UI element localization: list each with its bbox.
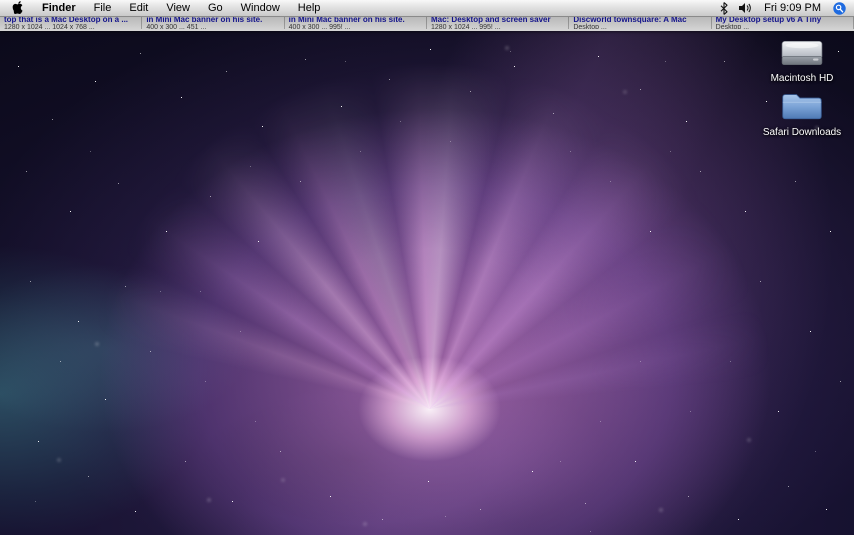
menu-bar-status: Fri 9:09 PM: [720, 0, 854, 16]
window-fragment-meta: 400 x 300 ... 451 ...: [146, 24, 207, 29]
menu-item-go[interactable]: Go: [199, 0, 232, 16]
bluetooth-icon[interactable]: [720, 0, 728, 16]
window-fragment-meta: 1280 x 1024 ... 1024 x 768 ...: [4, 24, 95, 29]
background-window[interactable]: top that is a Mac Desktop on a ... 1280 …: [0, 17, 143, 29]
menu-item-help[interactable]: Help: [289, 0, 330, 16]
desktop-icon-macintosh-hd[interactable]: Macintosh HD: [760, 35, 844, 84]
desktop-icon-label: Macintosh HD: [770, 73, 834, 84]
background-window[interactable]: Mac: Desktop and screen saver 1280 x 102…: [427, 17, 570, 29]
window-fragment-title: Mac: Desktop and screen saver: [430, 17, 551, 24]
window-fragment-meta: Desktop ...: [573, 24, 607, 29]
background-window[interactable]: in Mini Mac banner on his site. 400 x 30…: [142, 17, 285, 29]
menu-bar-clock[interactable]: Fri 9:09 PM: [762, 2, 823, 14]
starfield-mid-layer: [0, 31, 1, 32]
hard-drive-icon: [779, 35, 825, 71]
background-window[interactable]: My Desktop setup v6 A Tiny Desktop ...: [712, 17, 854, 29]
menu-item-window[interactable]: Window: [232, 0, 289, 16]
cutoff-windows-strip: top that is a Mac Desktop on a ... 1280 …: [0, 17, 854, 31]
window-fragment-meta: Desktop ...: [715, 24, 750, 29]
menu-item-edit[interactable]: Edit: [120, 0, 157, 16]
window-fragment-meta: 1280 x 1024 ... 995! ...: [430, 24, 501, 29]
volume-icon[interactable]: [738, 0, 752, 16]
apple-logo-icon: [12, 1, 23, 15]
menu-item-finder[interactable]: Finder: [33, 0, 85, 16]
window-fragment-title: top that is a Mac Desktop on a ...: [4, 17, 129, 24]
menu-bar: Finder File Edit View Go Window Help Fri…: [0, 0, 854, 17]
desktop-icon-label: Safari Downloads: [762, 127, 842, 138]
window-fragment-title: in Mini Mac banner on his site.: [146, 17, 263, 24]
window-fragment-meta: 400 x 300 ... 995! ...: [288, 24, 351, 29]
starfield-glow-layer: [0, 31, 2, 33]
apple-menu[interactable]: [0, 0, 33, 16]
starfield-dim-layer: [0, 31, 1, 32]
folder-icon: [779, 89, 825, 125]
spotlight-icon[interactable]: [833, 0, 846, 16]
starfield-bright-layer: [0, 31, 1, 32]
aurora-rays: [0, 31, 854, 535]
menu-item-file[interactable]: File: [85, 0, 121, 16]
window-fragment-title: in Mini Mac banner on his site.: [288, 17, 405, 24]
desktop-wallpaper[interactable]: Macintosh HD Safari Downloads: [0, 31, 854, 535]
background-window[interactable]: in Mini Mac banner on his site. 400 x 30…: [285, 17, 427, 29]
desktop-icon-safari-downloads[interactable]: Safari Downloads: [760, 89, 844, 138]
window-fragment-title: My Desktop setup v6 A Tiny: [715, 17, 822, 24]
background-window[interactable]: Discworld townsquare: A Mac Desktop ...: [569, 17, 712, 29]
window-fragment-title: Discworld townsquare: A Mac: [573, 17, 687, 24]
menu-item-view[interactable]: View: [157, 0, 199, 16]
menu-bar-left: Finder File Edit View Go Window Help: [0, 0, 329, 16]
